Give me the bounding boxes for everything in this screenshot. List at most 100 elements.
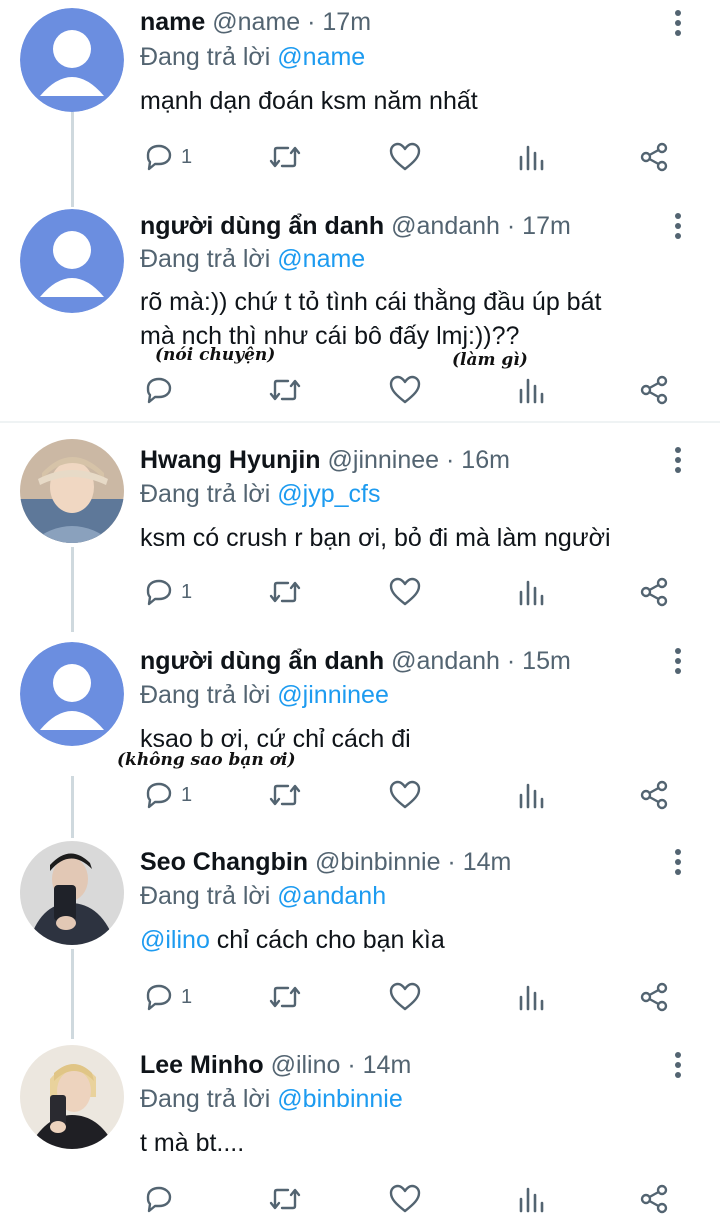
handwritten-note: (nói chuyện) (155, 345, 276, 365)
timestamp[interactable]: 17m (322, 8, 371, 36)
share-icon (640, 577, 668, 607)
more-icon[interactable] (668, 446, 688, 474)
more-icon[interactable] (668, 848, 688, 876)
like-button[interactable] (388, 572, 422, 612)
reply-icon (146, 579, 172, 606)
like-icon (389, 780, 421, 809)
reply-button[interactable]: 1 (143, 977, 192, 1017)
share-icon (640, 982, 668, 1012)
reply-mention[interactable]: @andanh (277, 882, 386, 910)
timestamp[interactable]: 17m (522, 212, 571, 240)
tweet-text: rõ mà:)) chứ t tỏ tình cái thằng đầu úp … (140, 285, 700, 353)
like-button[interactable] (388, 977, 422, 1017)
reply-button[interactable]: 1 (143, 775, 192, 815)
retweet-icon (269, 379, 301, 401)
reply-button[interactable]: 1 (143, 572, 192, 612)
reply-mention[interactable]: @jyp_cfs (277, 480, 380, 508)
reply-thread: name @name · 17m Đang trả lời @name mạnh… (0, 0, 720, 1223)
handle[interactable]: @andanh (391, 212, 500, 240)
timestamp[interactable]: 14m (463, 848, 512, 876)
action-bar: 1 (140, 572, 700, 612)
like-button[interactable] (388, 137, 422, 177)
like-button[interactable] (388, 370, 422, 410)
like-button[interactable] (388, 1179, 422, 1219)
tweet[interactable]: name @name · 17m Đang trả lời @name mạnh… (0, 0, 720, 207)
display-name[interactable]: người dùng ẩn danh (140, 212, 384, 240)
analytics-button[interactable] (516, 370, 546, 410)
default-avatar-icon (20, 642, 124, 746)
handwritten-note: (làm gì) (452, 350, 528, 370)
reply-context: Đang trả lời @jyp_cfs (140, 477, 380, 511)
timestamp[interactable]: 15m (522, 647, 571, 675)
retweet-button[interactable] (268, 137, 302, 177)
display-name[interactable]: người dùng ẩn danh (140, 647, 384, 675)
analytics-icon (519, 378, 544, 404)
more-icon[interactable] (668, 1051, 688, 1079)
tweet[interactable]: Seo Changbin @binbinnie · 14m Đang trả l… (0, 835, 720, 1039)
text-mention[interactable]: @ilino (140, 926, 210, 954)
display-name[interactable]: Hwang Hyunjin (140, 446, 321, 474)
share-button[interactable] (638, 775, 670, 815)
reply-mention[interactable]: @name (277, 43, 365, 71)
reply-mention[interactable]: @binbinnie (277, 1085, 402, 1113)
handle[interactable]: @jinninee (328, 446, 440, 474)
share-button[interactable] (638, 1179, 670, 1219)
avatar[interactable] (20, 439, 124, 543)
display-name[interactable]: Seo Changbin (140, 848, 308, 876)
retweet-button[interactable] (268, 572, 302, 612)
reply-button[interactable]: 1 (143, 137, 192, 177)
timestamp[interactable]: 14m (363, 1051, 412, 1079)
reply-mention[interactable]: @name (277, 245, 365, 273)
retweet-button[interactable] (268, 775, 302, 815)
profile-photo (20, 841, 124, 945)
retweet-button[interactable] (268, 1179, 302, 1219)
reply-mention[interactable]: @jinninee (277, 681, 389, 709)
timestamp[interactable]: 16m (461, 446, 510, 474)
share-button[interactable] (638, 137, 670, 177)
tweet[interactable]: người dùng ẩn danh @andanh · 15m Đang tr… (0, 630, 720, 838)
more-icon[interactable] (668, 9, 688, 37)
retweet-icon (269, 146, 301, 168)
more-icon[interactable] (668, 647, 688, 675)
share-button[interactable] (638, 977, 670, 1017)
tweet-text: mạnh dạn đoán ksm năm nhất (140, 87, 478, 115)
avatar[interactable] (20, 841, 124, 945)
reply-context: Đang trả lời @name (140, 40, 365, 74)
tweet[interactable]: Hwang Hyunjin @jinninee · 16m Đang trả l… (0, 425, 720, 632)
analytics-button[interactable] (516, 1179, 546, 1219)
retweet-button[interactable] (268, 977, 302, 1017)
handwritten-note: (không sao bạn ơi) (117, 750, 296, 770)
display-name[interactable]: Lee Minho (140, 1051, 264, 1079)
analytics-button[interactable] (516, 137, 546, 177)
reply-icon (146, 1186, 172, 1213)
reply-context: Đang trả lời @name (140, 242, 365, 276)
share-button[interactable] (638, 370, 670, 410)
analytics-button[interactable] (516, 977, 546, 1017)
display-name[interactable]: name (140, 8, 205, 36)
profile-photo (20, 1045, 124, 1149)
reply-button[interactable] (143, 370, 181, 410)
analytics-button[interactable] (516, 572, 546, 612)
analytics-button[interactable] (516, 775, 546, 815)
handle[interactable]: @binbinnie (315, 848, 440, 876)
retweet-button[interactable] (268, 370, 302, 410)
more-icon[interactable] (668, 212, 688, 240)
tweet[interactable]: người dùng ẩn danh @andanh · 17m Đang tr… (0, 205, 720, 420)
like-button[interactable] (388, 775, 422, 815)
avatar[interactable] (20, 209, 124, 313)
handle[interactable]: @name (212, 8, 300, 36)
reply-prefix: Đang trả lời (140, 681, 271, 709)
share-icon (640, 780, 668, 810)
share-button[interactable] (638, 572, 670, 612)
handle[interactable]: @andanh (391, 647, 500, 675)
like-icon (389, 375, 421, 404)
action-bar: 1 (140, 775, 700, 815)
tweet-header: người dùng ẩn danh @andanh · 15m (140, 647, 571, 675)
avatar[interactable] (20, 8, 124, 112)
handle[interactable]: @ilino (271, 1051, 341, 1079)
avatar[interactable] (20, 642, 124, 746)
tweet[interactable]: Lee Minho @ilino · 14m Đang trả lời @bin… (0, 1035, 720, 1223)
reply-count: 1 (181, 580, 193, 603)
avatar[interactable] (20, 1045, 124, 1149)
reply-button[interactable] (143, 1179, 181, 1219)
